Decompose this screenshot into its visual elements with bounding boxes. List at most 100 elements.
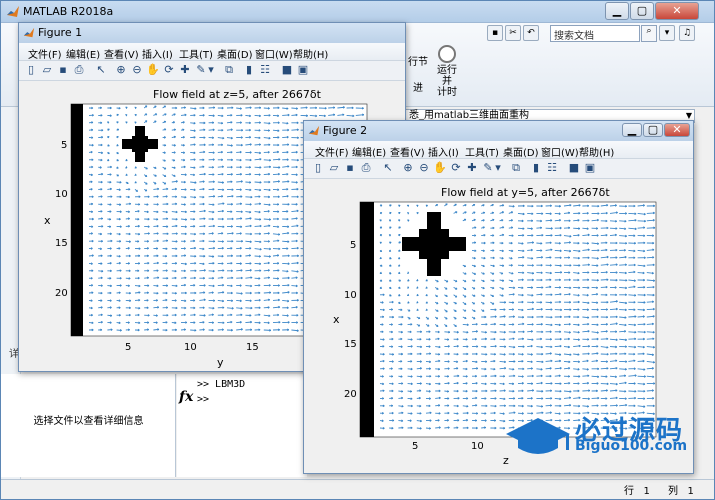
y-tick: 20 (55, 288, 68, 299)
menu-desktop[interactable]: 桌面(D) (217, 46, 253, 61)
brush-dropdown-icon[interactable]: ▾ (494, 161, 502, 175)
link-plot-icon[interactable]: ⧉ (222, 63, 236, 77)
hide-plot-tools-icon[interactable]: ■ (567, 161, 581, 175)
menu-insert[interactable]: 插入(I) (428, 144, 459, 159)
run-and-time-button[interactable]: 运行并 计时 (433, 45, 461, 98)
rotate-icon[interactable]: ⟳ (449, 161, 463, 175)
run-section-button[interactable]: 行节 进 (405, 53, 431, 94)
rotate-icon[interactable]: ⟳ (162, 63, 176, 77)
wall-obstacle (360, 202, 374, 437)
x-tick: 5 (412, 441, 419, 452)
brush-icon[interactable]: ✎ (194, 63, 208, 77)
figure-2-menubar: 文件(F) 编辑(E) 查看(V) 插入(I) 工具(T) 桌面(D) 窗口(W… (304, 141, 693, 159)
link-plot-icon[interactable]: ⧉ (509, 161, 523, 175)
y-axis-label: x (333, 313, 340, 326)
menu-edit[interactable]: 编辑(E) (352, 144, 386, 159)
menu-file[interactable]: 文件(F) (28, 46, 62, 61)
menu-window[interactable]: 窗口(W) (541, 144, 579, 159)
menu-help[interactable]: 帮助(H) (293, 46, 328, 61)
pointer-icon[interactable]: ↖ (381, 161, 395, 175)
menu-insert[interactable]: 插入(I) (142, 46, 173, 61)
status-row: 行 1 (624, 486, 650, 497)
colorbar-icon[interactable]: ▮ (529, 161, 543, 175)
save-icon[interactable]: ▪ (56, 63, 70, 77)
brush-dropdown-icon[interactable]: ▾ (207, 63, 215, 77)
x-tick: 15 (246, 342, 259, 353)
menu-view[interactable]: 查看(V) (390, 144, 425, 159)
figure-1-menubar: 文件(F) 编辑(E) 查看(V) 插入(I) 工具(T) 桌面(D) 窗口(W… (19, 43, 405, 61)
show-plot-tools-icon[interactable]: ▣ (583, 161, 597, 175)
print-icon[interactable]: ⎙ (72, 63, 86, 77)
brush-icon[interactable]: ✎ (481, 161, 495, 175)
main-close-button[interactable]: ✕ (655, 2, 699, 20)
figure-1-title: Figure 1 (38, 26, 83, 39)
data-cursor-icon[interactable]: ✚ (178, 63, 192, 77)
pointer-icon[interactable]: ↖ (94, 63, 108, 77)
zoom-out-icon[interactable]: ⊖ (417, 161, 431, 175)
status-bar (1, 479, 714, 499)
obstacle-block (419, 229, 449, 259)
x-axis-label: y (217, 356, 224, 369)
figure-2-titlebar: Figure 2 ▁ ▢ ✕ (304, 121, 693, 141)
toolstrip-undo-icon[interactable]: ↶ (523, 25, 539, 41)
open-file-icon[interactable]: ▱ (327, 161, 341, 175)
x-tick: 5 (125, 342, 132, 353)
details-panel: 选择文件以查看详细信息 (1, 374, 176, 477)
main-window-title: MATLAB R2018a (23, 5, 114, 18)
command-prompt[interactable]: >> (197, 394, 209, 405)
main-minimize-button[interactable]: ▁ (605, 2, 629, 20)
save-icon[interactable]: ▪ (343, 161, 357, 175)
status-col: 列 1 (668, 486, 694, 497)
legend-icon[interactable]: ☷ (545, 161, 559, 175)
matlab-logo-icon (308, 125, 320, 136)
new-figure-icon[interactable]: ▯ (24, 63, 38, 77)
toolstrip-cut-icon[interactable]: ✂ (505, 25, 521, 41)
zoom-in-icon[interactable]: ⊕ (401, 161, 415, 175)
fx-icon[interactable]: fx (179, 389, 193, 405)
matlab-logo-icon (7, 6, 19, 17)
menu-edit[interactable]: 编辑(E) (66, 46, 100, 61)
hide-plot-tools-icon[interactable]: ■ (280, 63, 294, 77)
obstacle-block (132, 136, 148, 152)
pan-hand-icon[interactable]: ✋ (433, 161, 447, 175)
y-tick: 15 (344, 339, 357, 350)
colorbar-icon[interactable]: ▮ (242, 63, 256, 77)
y-tick: 10 (55, 189, 68, 200)
figure-2-toolbar: ▯ ▱ ▪ ⎙ ↖ ⊕ ⊖ ✋ ⟳ ✚ ✎ ▾ ⧉ ▮ ☷ ■ ▣ (304, 159, 693, 179)
legend-icon[interactable]: ☷ (258, 63, 272, 77)
figure-2-title: Figure 2 (323, 124, 368, 137)
menu-tools[interactable]: 工具(T) (179, 46, 213, 61)
figure-2-close-button[interactable]: ✕ (664, 123, 690, 137)
menu-tools[interactable]: 工具(T) (465, 144, 499, 159)
search-icon[interactable]: ⌕ (641, 25, 657, 42)
menu-help[interactable]: 帮助(H) (579, 144, 614, 159)
menu-view[interactable]: 查看(V) (104, 46, 139, 61)
watermark-url: Biguo100.com (575, 438, 688, 454)
figure-1-toolbar: ▯ ▱ ▪ ⎙ ↖ ⊕ ⊖ ✋ ⟳ ✚ ✎ ▾ ⧉ ▮ ☷ ■ ▣ (19, 61, 405, 81)
toolstrip-save-icon[interactable]: ▪ (487, 25, 503, 41)
toolstrip-bell-icon[interactable]: ♫ (679, 25, 695, 41)
y-tick: 10 (344, 290, 357, 301)
figure-2-minimize-button[interactable]: ▁ (622, 123, 642, 137)
command-history-line: >> LBM3D (197, 379, 246, 390)
new-figure-icon[interactable]: ▯ (311, 161, 325, 175)
data-cursor-icon[interactable]: ✚ (465, 161, 479, 175)
print-icon[interactable]: ⎙ (359, 161, 373, 175)
main-maximize-button[interactable]: ▢ (630, 2, 654, 20)
pan-hand-icon[interactable]: ✋ (146, 63, 160, 77)
y-tick: 5 (61, 140, 68, 151)
x-tick: 10 (184, 342, 197, 353)
menu-window[interactable]: 窗口(W) (255, 46, 293, 61)
menu-file[interactable]: 文件(F) (315, 144, 349, 159)
menu-desktop[interactable]: 桌面(D) (503, 144, 539, 159)
toolstrip-dropdown-icon[interactable]: ▾ (659, 25, 675, 41)
zoom-out-icon[interactable]: ⊖ (130, 63, 144, 77)
figure-2-maximize-button[interactable]: ▢ (643, 123, 663, 137)
show-plot-tools-icon[interactable]: ▣ (296, 63, 310, 77)
open-file-icon[interactable]: ▱ (40, 63, 54, 77)
search-documentation-input[interactable]: 搜索文档 (550, 25, 640, 42)
y-tick: 5 (350, 240, 357, 251)
zoom-in-icon[interactable]: ⊕ (114, 63, 128, 77)
figure-1-titlebar: Figure 1 (19, 23, 405, 43)
matlab-logo-icon (23, 27, 35, 38)
